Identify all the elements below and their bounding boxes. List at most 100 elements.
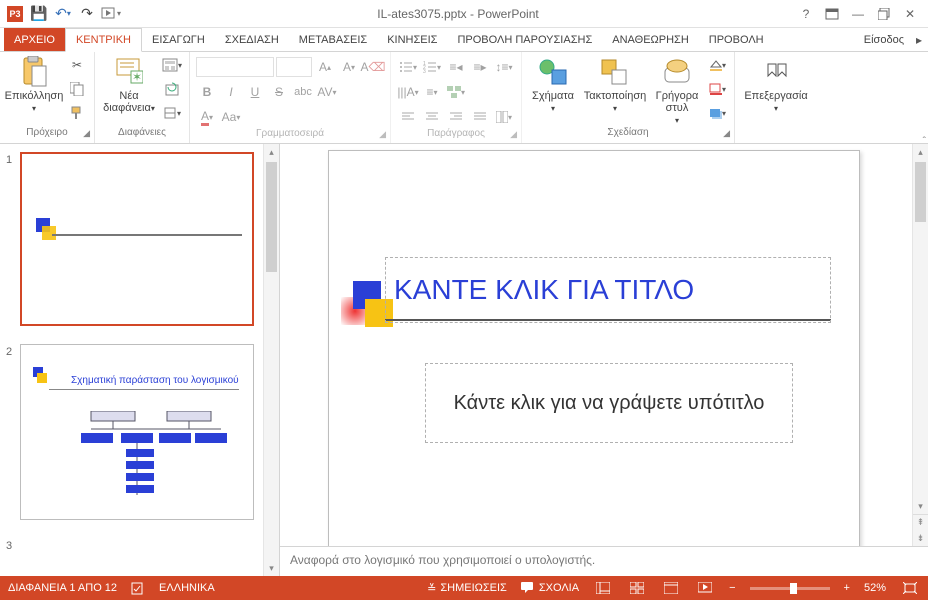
reset-slide-button[interactable] — [161, 78, 183, 100]
scroll-thumb[interactable] — [915, 162, 926, 222]
font-name-combo[interactable] — [196, 57, 274, 77]
zoom-out-button[interactable]: − — [729, 582, 735, 594]
paragraph-dialog-launcher[interactable]: ◢ — [510, 129, 517, 140]
sorter-view-button[interactable] — [627, 580, 647, 596]
normal-view-button[interactable] — [593, 580, 613, 596]
undo-button[interactable]: ↶▾ — [52, 3, 74, 25]
help-button[interactable]: ? — [794, 5, 818, 23]
align-center-button[interactable] — [421, 106, 443, 128]
tab-home[interactable]: ΚΕΝΤΡΙΚΗ — [65, 28, 142, 52]
paste-label: Επικόλληση — [5, 90, 64, 102]
char-spacing-button[interactable]: AV▾ — [316, 81, 338, 103]
slide-thumbnail-1[interactable] — [20, 152, 254, 326]
spell-check-button[interactable] — [131, 581, 145, 595]
columns-button[interactable]: ▾ — [493, 106, 515, 128]
align-left-button[interactable] — [397, 106, 419, 128]
slide-thumbnail-pane[interactable]: 1 2 Σχηματική παράσταση του λογισμικού — [0, 144, 280, 576]
collapse-ribbon-button[interactable]: ▸ — [910, 28, 928, 51]
slideshow-view-button[interactable] — [695, 580, 715, 596]
group-editing: Επεξεργασία▾ — [735, 52, 817, 143]
prev-slide-icon[interactable]: ⇞ — [913, 514, 928, 530]
scroll-down-icon[interactable]: ▾ — [264, 560, 279, 576]
zoom-in-button[interactable]: + — [844, 582, 850, 594]
slide-layout-button[interactable]: ▾ — [161, 54, 183, 76]
restore-button[interactable] — [872, 5, 896, 23]
font-dialog-launcher[interactable]: ◢ — [379, 129, 386, 140]
arrange-button[interactable]: Τακτοποίηση▾ — [582, 54, 648, 114]
ribbon-display-button[interactable] — [820, 5, 844, 23]
bullets-button[interactable]: ▾ — [397, 56, 419, 78]
save-button[interactable]: 💾 — [28, 3, 50, 25]
fit-to-window-button[interactable] — [900, 580, 920, 596]
drawing-dialog-launcher[interactable]: ◢ — [723, 128, 730, 139]
slide-canvas[interactable]: ΚΑΝΤΕ ΚΛΙΚ ΓΙΑ ΤΙΤΛΟ Κάντε κλικ για να γ… — [280, 144, 928, 546]
change-case-button[interactable]: Aa▾ — [220, 106, 242, 128]
justify-button[interactable] — [469, 106, 491, 128]
strikethrough-button[interactable]: S — [268, 81, 290, 103]
zoom-slider[interactable] — [750, 587, 830, 590]
format-painter-button[interactable] — [66, 102, 88, 124]
shape-fill-button[interactable]: ▾ — [706, 54, 728, 76]
editing-button[interactable]: Επεξεργασία▾ — [741, 54, 811, 114]
new-slide-button[interactable]: ✶ Νέα διαφάνεια▾ — [101, 54, 157, 114]
sign-in-link[interactable]: Είσοδος — [858, 28, 910, 51]
shadow-button[interactable]: abc — [292, 81, 314, 103]
shape-effects-button[interactable]: ▾ — [706, 102, 728, 124]
zoom-level[interactable]: 52% — [864, 582, 886, 594]
paste-button[interactable]: Επικόλληση▾ — [6, 54, 62, 114]
title-placeholder[interactable]: ΚΑΝΤΕ ΚΛΙΚ ΓΙΑ ΤΙΤΛΟ — [385, 257, 831, 323]
subtitle-placeholder[interactable]: Κάντε κλικ για να γράψετε υπότιτλο — [425, 363, 793, 443]
italic-button[interactable]: I — [220, 81, 242, 103]
increase-indent-button[interactable]: ≡▸ — [469, 56, 491, 78]
font-size-combo[interactable] — [276, 57, 312, 77]
scroll-down-icon[interactable]: ▾ — [913, 498, 928, 514]
clear-formatting-button[interactable]: A⌫ — [362, 56, 384, 78]
text-direction-button[interactable]: |||A▾ — [397, 81, 419, 103]
line-spacing-button[interactable]: ↕≡▾ — [493, 56, 515, 78]
notes-toggle[interactable]: ≚ ΣΗΜΕΙΩΣΕΙΣ — [427, 582, 507, 595]
scroll-up-icon[interactable]: ▴ — [264, 144, 279, 160]
slide-1[interactable]: ΚΑΝΤΕ ΚΛΙΚ ΓΙΑ ΤΙΤΛΟ Κάντε κλικ για να γ… — [328, 150, 860, 546]
scroll-up-icon[interactable]: ▴ — [913, 144, 928, 160]
editor-scrollbar[interactable]: ▴ ▾ ⇞ ⇟ — [912, 144, 928, 546]
numbering-button[interactable]: 123▾ — [421, 56, 443, 78]
bold-button[interactable]: B — [196, 81, 218, 103]
tab-insert[interactable]: ΕΙΣΑΓΩΓΗ — [142, 28, 215, 51]
thumbs-scrollbar[interactable]: ▴ ▾ — [263, 144, 279, 576]
align-text-button[interactable]: ≡▾ — [421, 81, 443, 103]
notes-pane[interactable]: Αναφορά στο λογισμικό που χρησιμοποιεί ο… — [280, 546, 928, 576]
tab-slideshow[interactable]: ΠΡΟΒΟΛΗ ΠΑΡΟΥΣΙΑΣΗΣ — [447, 28, 602, 51]
copy-button[interactable] — [66, 78, 88, 100]
redo-button[interactable]: ↷ — [76, 3, 98, 25]
comments-toggle[interactable]: ΣΧΟΛΙΑ — [521, 582, 579, 594]
section-button[interactable]: ▾ — [161, 102, 183, 124]
tab-animations[interactable]: ΚΙΝΗΣΕΙΣ — [377, 28, 447, 51]
font-color-button[interactable]: A▾ — [196, 106, 218, 128]
svg-text:✶: ✶ — [132, 70, 142, 84]
decrease-font-button[interactable]: A▾ — [338, 56, 360, 78]
decrease-indent-button[interactable]: ≡◂ — [445, 56, 467, 78]
start-from-beginning-button[interactable]: ▾ — [100, 3, 122, 25]
quick-styles-button[interactable]: Γρήγορα στυλ▾ — [652, 54, 702, 126]
minimize-button[interactable]: — — [846, 5, 870, 23]
slide-thumbnail-2[interactable]: Σχηματική παράσταση του λογισμικού — [20, 344, 254, 520]
underline-button[interactable]: U — [244, 81, 266, 103]
tab-review[interactable]: ΑΝΑΘΕΩΡΗΣΗ — [602, 28, 699, 51]
reading-view-button[interactable] — [661, 580, 681, 596]
scroll-thumb[interactable] — [266, 162, 277, 272]
increase-font-button[interactable]: A▴ — [314, 56, 336, 78]
shape-outline-button[interactable]: ▾ — [706, 78, 728, 100]
group-clipboard: Επικόλληση▾ ✂ Πρόχειρο◢ — [0, 52, 95, 143]
convert-smartart-button[interactable]: ▾ — [445, 81, 467, 103]
language-label[interactable]: ΕΛΛΗΝΙΚΑ — [159, 582, 215, 594]
next-slide-icon[interactable]: ⇟ — [913, 530, 928, 546]
cut-button[interactable]: ✂ — [66, 54, 88, 76]
align-right-button[interactable] — [445, 106, 467, 128]
clipboard-dialog-launcher[interactable]: ◢ — [83, 128, 90, 139]
tab-transitions[interactable]: ΜΕΤΑΒΑΣΕΙΣ — [289, 28, 377, 51]
tab-design[interactable]: ΣΧΕΔΙΑΣΗ — [215, 28, 289, 51]
close-button[interactable]: ✕ — [898, 5, 922, 23]
tab-view[interactable]: ΠΡΟΒΟΛΗ — [699, 28, 774, 51]
shapes-button[interactable]: Σχήματα▾ — [528, 54, 578, 114]
tab-file[interactable]: ΑΡΧΕΙΟ — [4, 28, 65, 51]
